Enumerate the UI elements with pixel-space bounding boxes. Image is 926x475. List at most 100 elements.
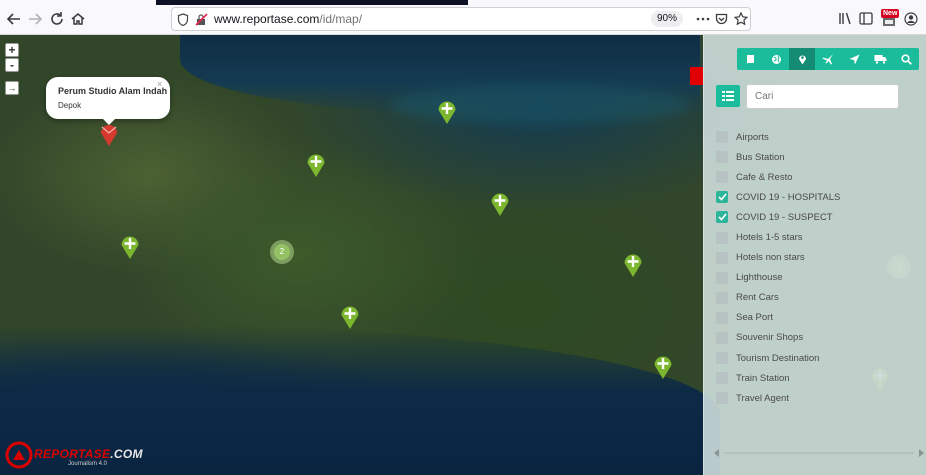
logo-text-main: REPORTASE: [34, 447, 111, 461]
category-label: Rent Cars: [736, 292, 779, 304]
reload-button[interactable]: [47, 9, 67, 29]
extension-icon[interactable]: [882, 17, 896, 27]
tab-world[interactable]: [763, 48, 789, 70]
tab-search[interactable]: [893, 48, 919, 70]
arrow-right-icon: [29, 13, 43, 25]
selected-location-marker[interactable]: [99, 120, 119, 147]
horizontal-scrollbar[interactable]: [714, 449, 924, 457]
category-checkbox[interactable]: [716, 311, 728, 324]
zoom-indicator[interactable]: 90%: [651, 11, 684, 27]
category-checkbox[interactable]: [716, 231, 728, 244]
category-checkbox[interactable]: [716, 331, 728, 344]
hospital-marker[interactable]: [623, 251, 643, 278]
forward-button[interactable]: [25, 9, 45, 29]
url-text[interactable]: www.reportase.com/id/map/: [214, 12, 362, 26]
category-item[interactable]: Sea Port: [716, 308, 916, 328]
category-item[interactable]: Hotels 1-5 stars: [716, 227, 916, 247]
hospital-marker[interactable]: [306, 151, 326, 178]
scrollbar-track[interactable]: [724, 452, 914, 454]
category-label: Bus Station: [736, 151, 785, 163]
tab-strip-edge: [156, 0, 468, 5]
url-bar[interactable]: www.reportase.com/id/map/ 90%: [171, 7, 751, 31]
url-path: /id/map/: [319, 12, 363, 26]
zoom-in-button[interactable]: +: [5, 43, 19, 57]
map-marker-icon: [798, 55, 806, 65]
cluster-count: 2: [274, 244, 290, 260]
insecure-lock-icon: [195, 13, 208, 26]
tab-guide[interactable]: [737, 48, 763, 70]
category-checkbox[interactable]: [716, 291, 728, 304]
category-item[interactable]: Train Station: [716, 368, 916, 388]
library-icon[interactable]: [838, 12, 852, 25]
home-icon: [71, 13, 85, 25]
scroll-right-icon: [919, 449, 924, 457]
sidebar-icon[interactable]: [859, 12, 873, 25]
category-item[interactable]: Bus Station: [716, 147, 916, 167]
category-checkbox[interactable]: [716, 211, 728, 224]
category-label: Souvenir Shops: [736, 332, 804, 344]
search-input[interactable]: [746, 84, 899, 109]
category-checkbox[interactable]: [716, 372, 728, 385]
category-label: COVID 19 - SUSPECT: [736, 211, 833, 223]
panel-toggle-tab[interactable]: [690, 67, 703, 85]
truck-icon: [874, 55, 886, 64]
category-item[interactable]: Rent Cars: [716, 288, 916, 308]
category-label: COVID 19 - HOSPITALS: [736, 191, 841, 203]
pocket-icon[interactable]: [715, 13, 728, 25]
tab-transport[interactable]: [867, 48, 893, 70]
globe-icon: [771, 54, 781, 64]
category-item[interactable]: Tourism Destination: [716, 348, 916, 368]
browser-toolbar: www.reportase.com/id/map/ 90% New: [0, 0, 926, 35]
zoom-out-button[interactable]: -: [5, 58, 19, 72]
tab-navigate[interactable]: [841, 48, 867, 70]
list-icon: [722, 91, 734, 101]
location-arrow-icon: [849, 54, 859, 64]
hospital-marker[interactable]: [437, 98, 457, 125]
hospital-marker[interactable]: [653, 353, 673, 380]
back-button[interactable]: [4, 9, 24, 29]
category-item[interactable]: Cafe & Resto: [716, 167, 916, 187]
panel-tabs: [737, 48, 919, 70]
category-checkbox[interactable]: [716, 251, 728, 264]
tab-flights[interactable]: [815, 48, 841, 70]
category-checkbox[interactable]: [716, 191, 728, 204]
star-icon[interactable]: [734, 12, 748, 26]
category-checkbox[interactable]: [716, 271, 728, 284]
home-button[interactable]: [68, 9, 88, 29]
expand-panel-button[interactable]: →: [5, 81, 19, 95]
hospital-marker[interactable]: [120, 233, 140, 260]
category-item[interactable]: COVID 19 - HOSPITALS: [716, 187, 916, 207]
popup-close-button[interactable]: ×: [157, 79, 162, 89]
hospital-marker[interactable]: [340, 303, 360, 330]
category-item[interactable]: Souvenir Shops: [716, 328, 916, 348]
arrow-left-icon: [6, 13, 20, 25]
category-label: Hotels 1-5 stars: [736, 232, 803, 244]
category-item[interactable]: Travel Agent: [716, 388, 916, 408]
more-dots-icon[interactable]: [696, 14, 710, 24]
popup-subtitle: Depok: [58, 101, 82, 110]
check-icon: [717, 193, 727, 202]
marker-cluster[interactable]: 2: [270, 240, 294, 264]
category-checkbox[interactable]: [716, 171, 728, 184]
scroll-left-icon: [714, 449, 719, 457]
account-icon[interactable]: [904, 12, 918, 26]
logo-text-domain: .COM: [110, 447, 143, 461]
category-label: Cafe & Resto: [736, 171, 793, 183]
category-label: Lighthouse: [736, 272, 783, 284]
hospital-marker[interactable]: [490, 190, 510, 217]
category-label: Airports: [736, 131, 769, 143]
category-item[interactable]: COVID 19 - SUSPECT: [716, 207, 916, 227]
category-item[interactable]: Airports: [716, 127, 916, 147]
category-list-button[interactable]: [716, 85, 740, 107]
category-item[interactable]: Lighthouse: [716, 268, 916, 288]
tab-places[interactable]: [789, 48, 815, 70]
category-item[interactable]: Hotels non stars: [716, 248, 916, 268]
category-checkbox[interactable]: [716, 392, 728, 405]
category-checkbox[interactable]: [716, 131, 728, 144]
category-list: Airports Bus Station Cafe & Resto COVID 19 …: [716, 127, 916, 408]
category-label: Sea Port: [736, 312, 773, 324]
reportase-logo: REPORTASE.COM Journalism 4.0: [4, 440, 144, 474]
book-icon: [746, 54, 754, 64]
category-checkbox[interactable]: [716, 151, 728, 164]
category-checkbox[interactable]: [716, 352, 728, 365]
